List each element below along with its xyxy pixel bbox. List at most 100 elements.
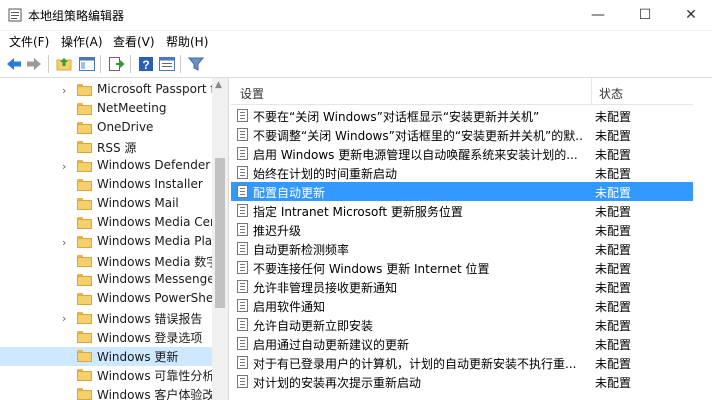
tree-item[interactable]: Windows Messenger — [0, 271, 220, 290]
scrollbar-thumb[interactable] — [215, 158, 225, 308]
policy-row[interactable]: 指定 Intranet Microsoft 更新服务位置 未配置 — [231, 201, 693, 220]
chevron-right-icon[interactable]: › — [62, 236, 66, 249]
column-divider[interactable] — [591, 78, 592, 104]
tree-item[interactable]: › Windows 错误报告 — [0, 309, 212, 328]
toolbar-separator — [48, 55, 49, 73]
policy-setting-name: 启用通过自动更新建议的更新 — [253, 338, 410, 352]
policy-row[interactable]: 推迟升级 未配置 — [231, 220, 693, 239]
menu-bar: 文件(F) 操作(A) 查看(V) 帮助(H) — [0, 31, 712, 51]
policy-state: 未配置 — [595, 281, 632, 295]
export-icon[interactable] — [107, 55, 125, 73]
tree-item-label: Windows 更新 — [97, 350, 179, 364]
minimize-button[interactable]: — — [575, 0, 621, 30]
policy-row[interactable]: 允许非管理员接收更新通知 未配置 — [231, 277, 693, 296]
policy-row[interactable]: 对于有已登录用户的计算机，计划的自动更新安装不执行重... 未配置 — [231, 353, 693, 372]
tree-scrollbar[interactable]: ▲ — [212, 78, 228, 400]
tree-item-label: Windows Installer — [97, 177, 203, 191]
chevron-right-icon[interactable]: › — [62, 160, 66, 173]
column-header-setting[interactable]: 设置 — [240, 85, 264, 102]
minimize-icon: — — [591, 7, 605, 23]
folder-icon — [77, 369, 92, 381]
menu-action[interactable]: 操作(A) — [61, 33, 103, 50]
policy-setting-icon — [237, 299, 248, 312]
column-header-state[interactable]: 状态 — [599, 85, 623, 102]
tree-item-label: Windows PowerShell — [97, 291, 220, 305]
policy-setting-icon — [237, 147, 248, 160]
tree-item-label: Windows Messenger — [97, 272, 220, 286]
policy-setting-icon — [237, 261, 248, 274]
tree-item[interactable]: Windows 可靠性分析 — [0, 366, 214, 385]
policy-row[interactable]: 启用软件通知 未配置 — [231, 296, 693, 315]
tree-item[interactable]: Windows 更新 — [0, 347, 212, 366]
tree-item[interactable]: Windows 客户体验改 — [0, 385, 214, 400]
tree-item[interactable]: OneDrive — [0, 119, 212, 138]
tree-item-label: Windows 登录选项 — [97, 331, 203, 345]
list-scrollbar[interactable] — [693, 78, 712, 400]
folder-icon — [77, 217, 92, 229]
back-icon[interactable] — [5, 55, 23, 73]
policy-row[interactable]: 不要在“关闭 Windows”对话框显示“安装更新并关机” 未配置 — [231, 106, 693, 125]
tree-item[interactable]: › Windows Defender — [0, 157, 212, 176]
policy-setting-icon — [237, 223, 248, 236]
properties-icon[interactable] — [158, 55, 176, 73]
up-folder-icon[interactable] — [55, 55, 73, 73]
show-hide-tree-icon[interactable] — [78, 55, 96, 73]
tree-item[interactable]: Windows Media Cen — [0, 214, 218, 233]
tree-item-label: NetMeeting — [97, 101, 167, 115]
policy-setting-icon — [237, 109, 248, 122]
tree-item[interactable]: › Windows Media Play — [0, 233, 219, 252]
policy-setting-name: 对计划的安装再次提示重新启动 — [253, 376, 422, 390]
tree-item-label: Windows Media 数字 — [97, 255, 219, 269]
forward-icon[interactable] — [25, 55, 43, 73]
folder-icon — [77, 293, 92, 305]
policy-state: 未配置 — [595, 376, 632, 390]
menu-help[interactable]: 帮助(H) — [166, 33, 208, 50]
policy-row[interactable]: 允许自动更新立即安装 未配置 — [231, 315, 693, 334]
policy-setting-name: 允许非管理员接收更新通知 — [253, 281, 398, 295]
close-button[interactable]: ✕ — [668, 0, 712, 30]
tree-item-label: Microsoft Passport fo — [97, 82, 222, 96]
svg-text:?: ? — [142, 58, 149, 72]
menu-file[interactable]: 文件(F) — [9, 33, 49, 50]
policy-row[interactable]: 始终在计划的时间重新启动 未配置 — [231, 163, 693, 182]
toolbar-separator — [180, 55, 181, 73]
policy-row[interactable]: 不要连接任何 Windows 更新 Internet 位置 未配置 — [231, 258, 693, 277]
policy-state: 未配置 — [595, 300, 632, 314]
menu-view[interactable]: 查看(V) — [113, 33, 155, 50]
policy-state: 未配置 — [595, 243, 632, 257]
tree-item[interactable]: RSS 源 — [0, 138, 212, 157]
tree-item[interactable]: Windows Installer — [0, 176, 212, 195]
chevron-right-icon[interactable]: › — [62, 312, 66, 325]
policy-state: 未配置 — [595, 224, 632, 238]
tree-item[interactable]: Windows 登录选项 — [0, 328, 212, 347]
policy-setting-icon — [237, 204, 248, 217]
chevron-right-icon[interactable]: › — [62, 84, 66, 97]
tree-pane[interactable]: › Microsoft Passport fo NetMeeting OneDrive… — [0, 78, 229, 400]
folder-icon — [77, 198, 92, 210]
tree-item[interactable]: Windows Media 数字 — [0, 252, 218, 271]
policy-setting-name: 自动更新检测频率 — [253, 243, 350, 257]
policy-row[interactable]: 自动更新检测频率 未配置 — [231, 239, 693, 258]
tree-item[interactable]: Windows Mail — [0, 195, 212, 214]
tree-item[interactable]: NetMeeting — [0, 100, 212, 119]
policy-row[interactable]: 不要调整“关闭 Windows”对话框里的“安装更新并关机”的默... 未配置 — [231, 125, 693, 144]
scroll-up-icon[interactable]: ▲ — [215, 80, 222, 90]
policy-row[interactable]: 启用通过自动更新建议的更新 未配置 — [231, 334, 693, 353]
policy-state: 未配置 — [595, 186, 632, 200]
policy-row[interactable]: 配置自动更新 未配置 — [231, 182, 693, 201]
tree-item-label: OneDrive — [97, 120, 154, 134]
policy-setting-name: 允许自动更新立即安装 — [253, 319, 374, 333]
policy-state: 未配置 — [595, 262, 632, 276]
policy-setting-name: 配置自动更新 — [253, 186, 326, 200]
filter-icon[interactable] — [187, 55, 205, 73]
tree-item[interactable]: Windows PowerShell — [0, 290, 220, 309]
maximize-button[interactable]: ☐ — [622, 0, 668, 30]
policy-row[interactable]: 启用 Windows 更新电源管理以自动唤醒系统来安装计划的... 未配置 — [231, 144, 693, 163]
policy-setting-name: 不要在“关闭 Windows”对话框显示“安装更新并关机” — [253, 110, 540, 124]
policy-setting-icon — [237, 375, 248, 388]
policy-row[interactable]: 对计划的安装再次提示重新启动 未配置 — [231, 372, 693, 391]
folder-icon — [77, 179, 92, 191]
help-icon[interactable]: ? — [137, 55, 155, 73]
policy-setting-name: 始终在计划的时间重新启动 — [253, 167, 398, 181]
tree-item[interactable]: › Microsoft Passport fo — [0, 81, 222, 100]
